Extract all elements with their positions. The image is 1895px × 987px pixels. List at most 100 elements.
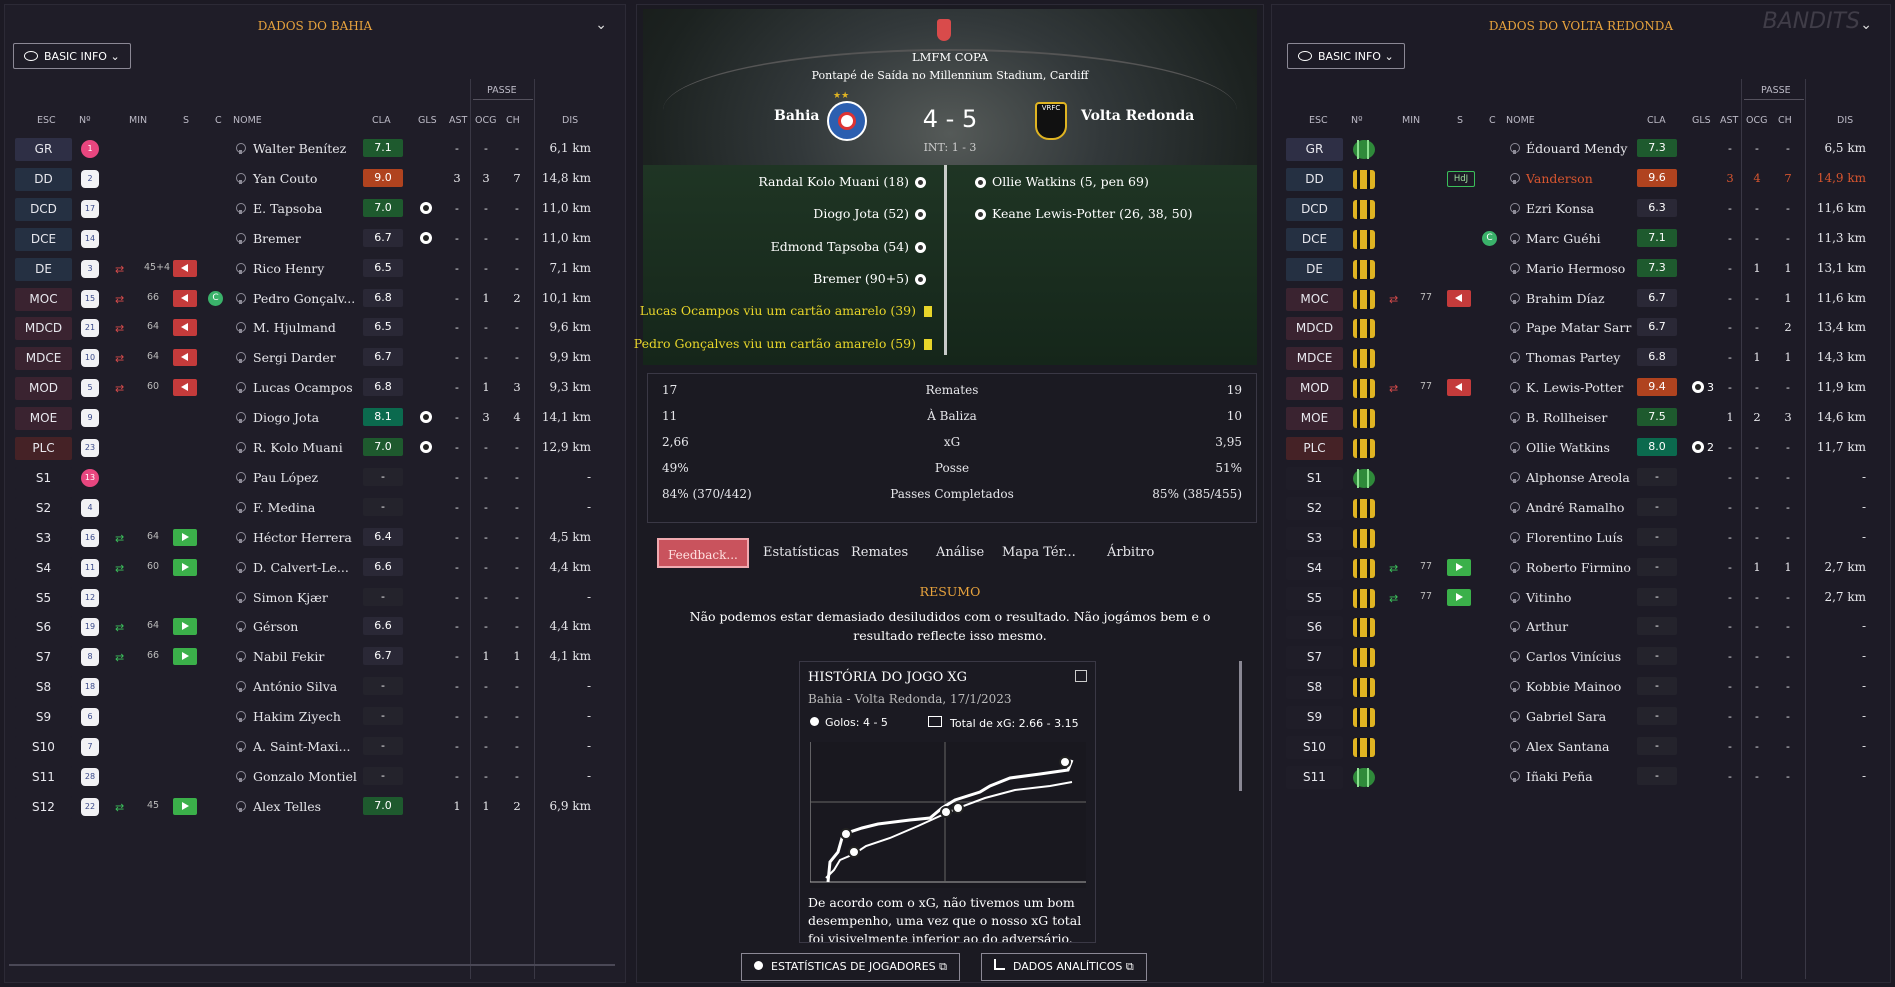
player-row[interactable]: MOD 5 ⇄ 60 Lucas Ocampos 6.8-1 3 9,3 km: [5, 374, 625, 402]
player-name[interactable]: Yan Couto: [253, 171, 317, 186]
column-header-ocg[interactable]: OCG: [1746, 115, 1767, 126]
column-header-n[interactable]: Nº: [79, 115, 91, 126]
player-row[interactable]: S2 4 F. Medina - - - - -: [5, 494, 625, 522]
column-header-ocg[interactable]: OCG: [475, 115, 496, 126]
column-header-ast[interactable]: AST: [449, 115, 467, 126]
player-name[interactable]: F. Medina: [253, 500, 315, 515]
player-name[interactable]: D. Calvert-Le...: [253, 560, 349, 575]
player-row[interactable]: S5 ⇄ 77 Vitinho - - - - 2,7 km: [1272, 584, 1890, 612]
player-name[interactable]: Ollie Watkins: [1526, 440, 1610, 455]
player-name[interactable]: K. Lewis-Potter: [1526, 380, 1623, 395]
player-name[interactable]: Lucas Ocampos: [253, 380, 353, 395]
player-row[interactable]: S1 Alphonse Areola - - - - -: [1272, 464, 1890, 492]
player-row[interactable]: PLC Ollie Watkins 8.0 2 - - - 11,7 km: [1272, 434, 1890, 462]
player-name[interactable]: Pape Matar Sarr: [1526, 320, 1631, 335]
player-row[interactable]: DCD 17 E. Tapsoba 7.0- - -11,0 km: [5, 195, 625, 223]
player-row[interactable]: DD 2 Yan Couto 9.0 3 3 7 14,8 km: [5, 165, 625, 193]
player-row[interactable]: DE 3 ⇄ 45+4 Rico Henry 6.5- - -7,1 km: [5, 255, 625, 283]
player-row[interactable]: S7 8 ⇄ 66 Nabil Fekir 6.7-1 1 4,1 km: [5, 643, 625, 671]
player-name[interactable]: Florentino Luís: [1526, 530, 1623, 545]
player-name[interactable]: Arthur: [1526, 619, 1568, 634]
player-row[interactable]: MDCE Thomas Partey 6.8 - 1 1 14,3 km: [1272, 344, 1890, 372]
player-row[interactable]: S10 7 A. Saint-Maxi... - - - - -: [5, 733, 625, 761]
player-stats-button[interactable]: ESTATÍSTICAS DE JOGADORES ⧉: [741, 953, 960, 981]
tab-analysis[interactable]: Análise: [936, 538, 984, 568]
column-header-cla[interactable]: CLA: [372, 115, 391, 126]
player-row[interactable]: S7 Carlos Vinícius - - - - -: [1272, 643, 1890, 671]
chevron-down-icon[interactable]: ⌄: [595, 17, 607, 33]
chevron-down-icon[interactable]: ⌄: [1860, 17, 1872, 33]
player-name[interactable]: Pau López: [253, 470, 318, 485]
player-name[interactable]: Vitinho: [1526, 590, 1571, 605]
tab-heat-map[interactable]: Mapa Tér...: [1002, 538, 1076, 568]
player-name[interactable]: B. Rollheiser: [1526, 410, 1607, 425]
column-header-c[interactable]: C: [215, 115, 222, 126]
player-row[interactable]: MDCD Pape Matar Sarr 6.7 - - 2 13,4 km: [1272, 314, 1890, 342]
column-header-nome[interactable]: NOME: [233, 115, 262, 126]
column-header-dis[interactable]: DIS: [1837, 115, 1853, 126]
column-header-ch[interactable]: CH: [1778, 115, 1792, 126]
player-row[interactable]: MOC ⇄ 77 Brahim Díaz 6.7 - - 1 11,6 km: [1272, 285, 1890, 313]
player-row[interactable]: MOD ⇄ 77 K. Lewis-Potter 9.4 3- - -11,9 km: [1272, 374, 1890, 402]
view-selector-button[interactable]: BASIC INFO ⌄: [1287, 43, 1405, 69]
player-row[interactable]: PLC 23 R. Kolo Muani 7.0- - -12,9 km: [5, 434, 625, 462]
player-row[interactable]: GR Édouard Mendy 7.3 - - - 6,5 km: [1272, 135, 1890, 163]
player-name[interactable]: Gabriel Sara: [1526, 709, 1606, 724]
view-selector-button[interactable]: BASIC INFO ⌄: [13, 43, 131, 69]
column-header-esc[interactable]: ESC: [1309, 115, 1328, 126]
player-name[interactable]: Marc Guéhi: [1526, 231, 1601, 246]
player-row[interactable]: DD HdJ Vanderson 9.6 3 4 7 14,9 km: [1272, 165, 1890, 193]
column-header-min[interactable]: MIN: [1402, 115, 1420, 126]
column-header-min[interactable]: MIN: [129, 115, 147, 126]
column-header-s[interactable]: S: [1457, 115, 1463, 126]
player-row[interactable]: DCE C Marc Guéhi 7.1 - - - 11,3 km: [1272, 225, 1890, 253]
player-row[interactable]: S9 Gabriel Sara - - - - -: [1272, 703, 1890, 731]
player-row[interactable]: S4 ⇄ 77 Roberto Firmino - -1 1 2,7 km: [1272, 554, 1890, 582]
column-header-ast[interactable]: AST: [1720, 115, 1738, 126]
player-row[interactable]: S8 18 António Silva - - - - -: [5, 673, 625, 701]
xg-story-card[interactable]: HISTÓRIA DO JOGO XG Bahia - Volta Redond…: [799, 661, 1096, 943]
player-name[interactable]: Iñaki Peña: [1526, 769, 1593, 784]
player-row[interactable]: S8 Kobbie Mainoo - - - - -: [1272, 673, 1890, 701]
tab-shots[interactable]: Remates: [851, 538, 908, 568]
player-name[interactable]: Alex Santana: [1526, 739, 1610, 754]
player-name[interactable]: Thomas Partey: [1526, 350, 1620, 365]
player-row[interactable]: MDCD 21 ⇄ 64 M. Hjulmand 6.5- - -9,6 km: [5, 314, 625, 342]
player-name[interactable]: Pedro Gonçalv...: [253, 291, 355, 306]
tab-referee[interactable]: Árbitro: [1107, 538, 1154, 568]
player-name[interactable]: Ezri Konsa: [1526, 201, 1594, 216]
player-name[interactable]: Carlos Vinícius: [1526, 649, 1621, 664]
player-name[interactable]: Sergi Darder: [253, 350, 336, 365]
player-name[interactable]: Nabil Fekir: [253, 649, 324, 664]
player-name[interactable]: Brahim Díaz: [1526, 291, 1605, 306]
player-row[interactable]: S3 16 ⇄ 64 Héctor Herrera 6.4- - -4,5 km: [5, 524, 625, 552]
player-name[interactable]: M. Hjulmand: [253, 320, 336, 335]
player-row[interactable]: S10 Alex Santana - - - - -: [1272, 733, 1890, 761]
player-name[interactable]: André Ramalho: [1526, 500, 1624, 515]
player-name[interactable]: E. Tapsoba: [253, 201, 322, 216]
player-row[interactable]: S4 11 ⇄ 60 D. Calvert-Le... 6.6- - -4,4 km: [5, 554, 625, 582]
player-row[interactable]: DCD Ezri Konsa 6.3 - - - 11,6 km: [1272, 195, 1890, 223]
player-name[interactable]: Alphonse Areola: [1526, 470, 1630, 485]
column-header-nome[interactable]: NOME: [1506, 115, 1535, 126]
player-row[interactable]: S5 12 Simon Kjær - - - - -: [5, 584, 625, 612]
player-row[interactable]: DCE 14 Bremer 6.7- - -11,0 km: [5, 225, 625, 253]
player-row[interactable]: GR 1 Walter Benítez 7.1- - -6,1 km: [5, 135, 625, 163]
scroll-track[interactable]: [9, 964, 615, 966]
column-header-esc[interactable]: ESC: [37, 115, 56, 126]
player-name[interactable]: António Silva: [253, 679, 337, 694]
expand-icon[interactable]: [1075, 670, 1087, 682]
player-row[interactable]: S11 Iñaki Peña - - - - -: [1272, 763, 1890, 791]
column-header-n[interactable]: Nº: [1351, 115, 1363, 126]
player-name[interactable]: Bremer: [253, 231, 301, 246]
column-header-c[interactable]: C: [1489, 115, 1496, 126]
player-name[interactable]: Vanderson: [1526, 171, 1593, 186]
column-header-gls[interactable]: GLS: [418, 115, 437, 126]
player-row[interactable]: MOE B. Rollheiser 7.5 1 2 3 14,6 km: [1272, 404, 1890, 432]
player-name[interactable]: Héctor Herrera: [253, 530, 352, 545]
column-header-cla[interactable]: CLA: [1647, 115, 1666, 126]
player-row[interactable]: S11 28 Gonzalo Montiel - - - - -: [5, 763, 625, 791]
summary-scrollbar[interactable]: [1239, 661, 1242, 791]
player-name[interactable]: Kobbie Mainoo: [1526, 679, 1621, 694]
player-row[interactable]: MOE 9 Diogo Jota 8.1-3 4 14,1 km: [5, 404, 625, 432]
